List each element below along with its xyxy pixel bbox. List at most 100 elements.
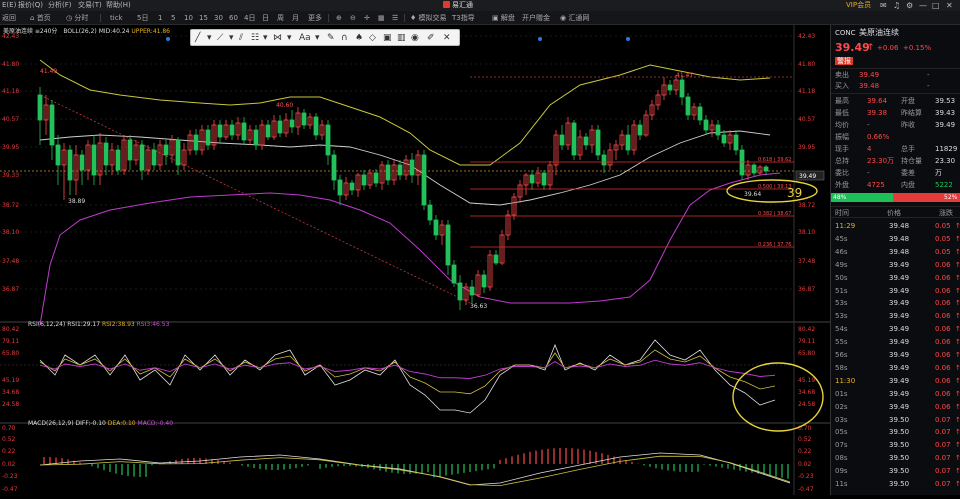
dropdown-icon[interactable]: ▾ xyxy=(229,31,234,45)
period-4h[interactable]: 4日 xyxy=(244,11,255,25)
candle-down xyxy=(361,174,367,186)
bell-icon[interactable]: ♫ xyxy=(893,0,900,11)
magnet-icon[interactable]: ∩ xyxy=(341,31,348,45)
tick-row[interactable]: 03s 39.50 0.07 ↑ xyxy=(831,414,960,426)
close-icon[interactable]: ✕ xyxy=(443,31,451,45)
tick-price: 39.49 xyxy=(889,299,910,308)
zoom-in-icon[interactable]: ⊕ xyxy=(336,11,342,25)
dropdown-icon[interactable]: ▾ xyxy=(263,31,268,45)
tick-row[interactable]: 58s 39.49 0.06 ↑ xyxy=(831,362,960,374)
tick-time: 55s xyxy=(835,338,848,347)
candle-down xyxy=(625,134,631,151)
eraser-icon[interactable]: ◇ xyxy=(369,31,376,45)
tick-row[interactable]: 53s 39.49 0.06 ↑ xyxy=(831,310,960,322)
period-5[interactable]: 5 xyxy=(171,11,175,25)
t3-guide-button[interactable]: T3指导 xyxy=(452,11,475,25)
period-10[interactable]: 10 xyxy=(184,11,193,25)
tick-row[interactable]: 01s 39.49 0.06 ↑ xyxy=(831,388,960,400)
huitong-button[interactable]: ◉ 汇通网 xyxy=(560,11,589,25)
line-tool-icon[interactable]: ╱ xyxy=(195,31,200,45)
period-60[interactable]: 60 xyxy=(229,11,238,25)
tick-button[interactable]: tick xyxy=(110,11,123,25)
period-1[interactable]: 1 xyxy=(158,11,162,25)
grid-icon[interactable]: ▦ xyxy=(378,11,385,25)
period-day[interactable]: 日 xyxy=(262,11,269,25)
tick-row[interactable]: 51s 39.49 0.06 ↑ xyxy=(831,285,960,297)
dropdown-icon[interactable]: ▾ xyxy=(287,31,292,45)
price-tick-right: 36.87 xyxy=(798,286,815,293)
edit-icon[interactable]: ✐ xyxy=(427,31,435,45)
maximize-icon[interactable]: □ xyxy=(932,0,940,11)
stat-value: 23.30万 xyxy=(867,157,895,165)
text-tool-icon[interactable]: Aa xyxy=(299,31,311,45)
up-arrow-icon: ↑ xyxy=(955,260,960,269)
menu-item[interactable]: 报价(Q) xyxy=(18,0,43,11)
period-30[interactable]: 30 xyxy=(214,11,223,25)
tick-row[interactable]: 49s 39.49 0.06 ↑ xyxy=(831,259,960,271)
period-5d[interactable]: 5日 xyxy=(137,11,148,25)
period-more[interactable]: 更多 xyxy=(308,11,322,25)
analysis-button[interactable]: ▣ 解盘 xyxy=(492,11,515,25)
zoom-out-icon[interactable]: ⊖ xyxy=(350,11,356,25)
tick-change: 0.07 xyxy=(935,428,951,437)
tick-row[interactable]: 08s 39.50 0.07 ↑ xyxy=(831,452,960,464)
clock-icon: ◷ xyxy=(66,14,73,22)
eye-icon[interactable]: ◉ xyxy=(411,31,419,45)
back-button[interactable]: 返回 xyxy=(2,11,16,25)
macd-value-label: MACD:-0.40 xyxy=(137,420,174,427)
alert-button[interactable]: 警报 xyxy=(835,57,853,65)
trash-icon[interactable]: ▥ xyxy=(397,31,406,45)
tick-row[interactable]: 54s 39.49 0.06 ↑ xyxy=(831,323,960,335)
period-15[interactable]: 15 xyxy=(199,11,208,25)
tick-row[interactable]: 11:30 39.49 0.06 ↑ xyxy=(831,375,960,387)
crosshair-icon[interactable]: ✛ xyxy=(364,11,370,25)
list-icon[interactable]: ☰ xyxy=(392,11,398,25)
close-icon[interactable]: ✕ xyxy=(946,0,953,11)
open-account-button[interactable]: 开户赠金 xyxy=(522,11,550,25)
tick-time: 45s xyxy=(835,234,848,243)
tick-row[interactable]: 46s 39.48 0.05 ↑ xyxy=(831,246,960,258)
channel-tool-icon[interactable]: ⫽ xyxy=(239,31,243,45)
tick-change: 0.06 xyxy=(935,273,951,282)
pencil-icon[interactable]: ✎ xyxy=(327,31,335,45)
vip-label[interactable]: VIP会员 xyxy=(846,0,871,11)
tick-row[interactable]: 55s 39.49 0.06 ↑ xyxy=(831,336,960,348)
tick-row[interactable]: 56s 39.49 0.06 ↑ xyxy=(831,349,960,361)
menu-item[interactable]: 交易(T) xyxy=(78,0,102,11)
tick-row[interactable]: 05s 39.50 0.07 ↑ xyxy=(831,426,960,438)
tick-row[interactable]: 45s 39.48 0.05 ↑ xyxy=(831,233,960,245)
pattern-tool-icon[interactable]: ⋈ xyxy=(273,31,282,45)
ticks-header: 时间 价格 涨跌 xyxy=(831,206,960,218)
tick-row[interactable]: 07s 39.50 0.07 ↑ xyxy=(831,439,960,451)
tick-row[interactable]: 11:29 39.48 0.05 ↑ xyxy=(831,220,960,232)
chart-area[interactable]: 42.43 42.43 41.80 41.80 41.18 41.18 40.57 40.57… xyxy=(0,25,830,495)
simulated-trade-button[interactable]: ♦ 模拟交易 xyxy=(410,11,447,25)
stat-label: 内盘 xyxy=(901,181,915,189)
tick-price: 39.48 xyxy=(889,234,910,243)
menu-item[interactable]: 分析(F) xyxy=(48,0,72,11)
fib-tool-icon[interactable]: ☷ xyxy=(251,31,259,45)
brush-icon[interactable]: ♠ xyxy=(355,31,363,45)
price-tick-left: 36.87 xyxy=(2,286,19,293)
timeshare-button[interactable]: ◷ 分时 xyxy=(66,11,88,25)
menu-item[interactable]: E(E) xyxy=(2,0,16,11)
tick-row[interactable]: 11s 39.50 0.07 ↑ xyxy=(831,478,960,490)
tick-row[interactable]: 09s 39.50 0.07 ↑ xyxy=(831,465,960,477)
candle-down xyxy=(301,112,307,126)
menu-item[interactable]: 帮助(H) xyxy=(106,0,131,11)
rsi-tick-right: 45.19 xyxy=(798,377,815,384)
dropdown-icon[interactable]: ▾ xyxy=(315,31,320,45)
tick-row[interactable]: 53s 39.49 0.06 ↑ xyxy=(831,297,960,309)
home-button[interactable]: ⌂ 首页 xyxy=(30,11,51,25)
period-month[interactable]: 月 xyxy=(292,11,299,25)
ray-tool-icon[interactable]: ⟋ xyxy=(217,31,223,45)
rsi3-line xyxy=(39,359,776,379)
dropdown-icon[interactable]: ▾ xyxy=(207,31,212,45)
settings-icon[interactable]: ⚙ xyxy=(906,0,913,11)
tick-row[interactable]: 50s 39.49 0.06 ↑ xyxy=(831,272,960,284)
lock-icon[interactable]: ▣ xyxy=(383,31,392,45)
period-week[interactable]: 周 xyxy=(277,11,284,25)
message-icon[interactable]: ✉ xyxy=(880,0,887,11)
tick-row[interactable]: 02s 39.49 0.06 ↑ xyxy=(831,401,960,413)
minimize-icon[interactable]: — xyxy=(919,0,927,11)
